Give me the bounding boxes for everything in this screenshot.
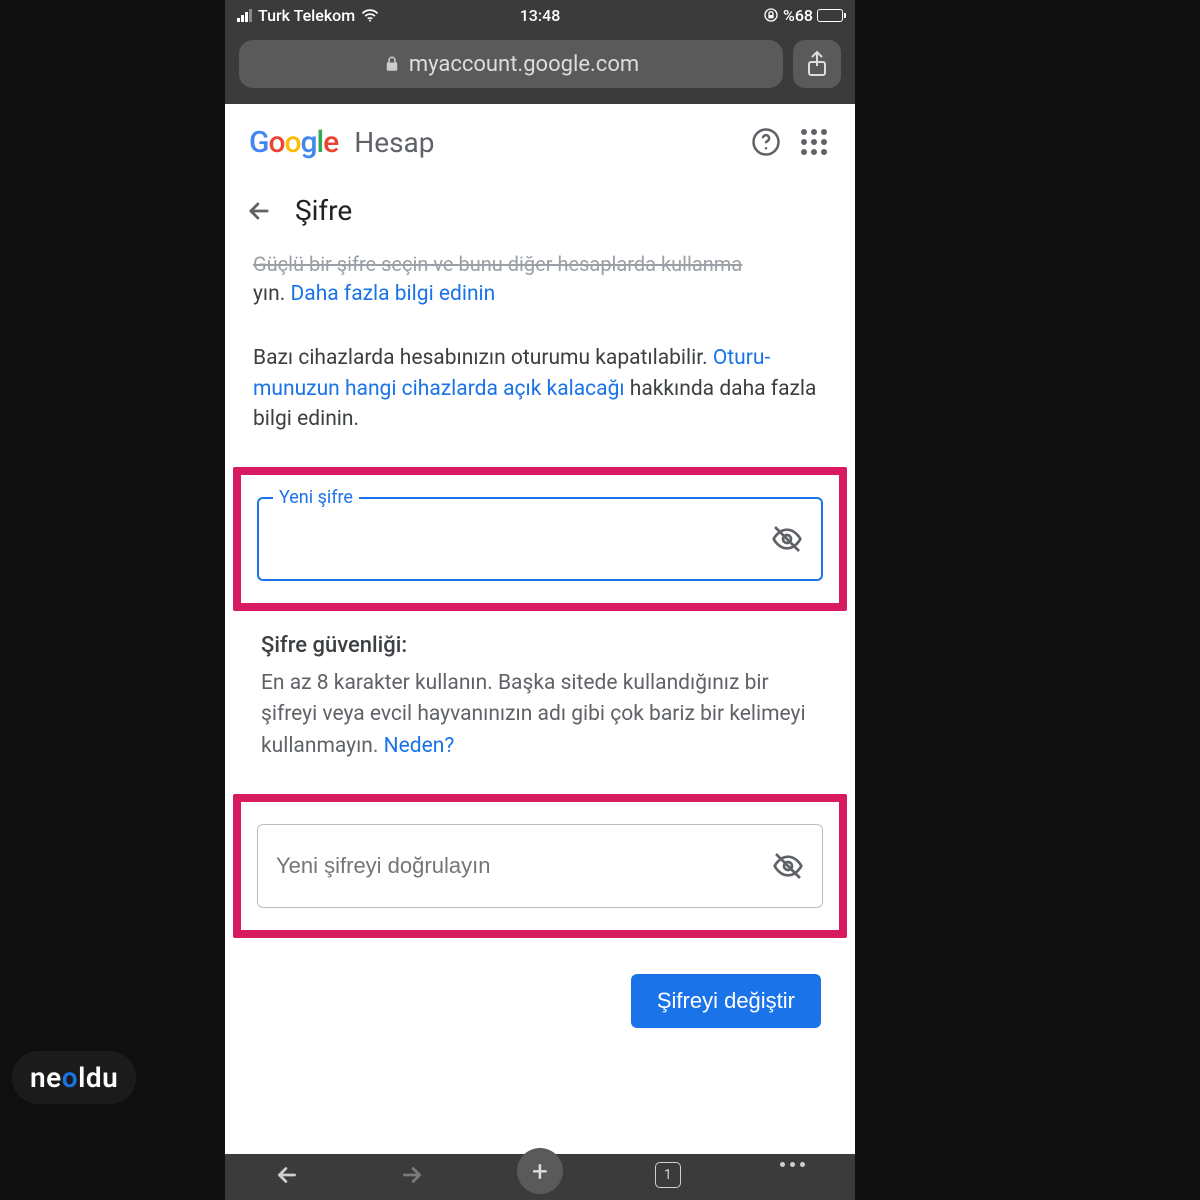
phone-frame: Turk Telekom 13:48 %68 myaccount.google.…: [225, 0, 855, 1200]
battery-pct: %68: [783, 6, 813, 25]
new-tab-button[interactable]: +: [517, 1148, 563, 1194]
submit-row: Şifreyi değiştir: [225, 938, 855, 1028]
carrier-label: Turk Telekom: [258, 6, 355, 25]
strength-body: En az 8 karakter kullanın. Başka sitede …: [261, 668, 819, 763]
sub-header: Şifre: [225, 180, 855, 242]
strength-title: Şifre güvenliği:: [261, 633, 819, 658]
browser-menu-button[interactable]: [773, 1162, 813, 1167]
change-password-button[interactable]: Şifreyi değiştir: [631, 974, 821, 1028]
page-title: Şifre: [295, 194, 352, 227]
toggle-visibility-icon[interactable]: [772, 850, 804, 882]
google-header: Google Hesap: [225, 104, 855, 180]
new-password-label: Yeni şifre: [273, 487, 359, 508]
toggle-visibility-icon[interactable]: [771, 523, 803, 555]
learn-more-link[interactable]: Daha fazla bilgi edinin: [290, 282, 495, 306]
browser-back-button[interactable]: [267, 1162, 307, 1188]
lock-icon: [383, 54, 401, 74]
intro-paragraph: yın. Daha fazla bilgi edinin: [253, 279, 827, 309]
url-text: myaccount.google.com: [409, 52, 639, 77]
strength-body-text: En az 8 karakter kullanın. Başka sitede …: [261, 671, 806, 758]
truncated-intro: Güçlü bir şifre seçin ve bunu diğer hesa…: [253, 250, 827, 279]
watermark-pre: ne: [30, 1061, 62, 1094]
new-password-input[interactable]: [277, 526, 771, 552]
signout-text-a: Bazı cihazlarda hesabınızın oturumu kapa…: [253, 346, 713, 370]
apps-icon[interactable]: [797, 125, 831, 159]
tabs-count: 1: [655, 1162, 681, 1188]
clock: 13:48: [439, 6, 641, 25]
watermark-post: ldu: [78, 1061, 118, 1094]
browser-forward-button[interactable]: [392, 1162, 432, 1188]
back-button[interactable]: [245, 197, 273, 225]
battery-icon: [817, 9, 843, 22]
content-area: Güçlü bir şifre seçin ve bunu diğer hesa…: [225, 242, 855, 435]
confirm-password-field[interactable]: [257, 824, 823, 908]
confirm-password-input[interactable]: [276, 853, 772, 879]
signout-paragraph: Bazı cihazlarda hesabınızın oturumu kapa…: [253, 343, 827, 434]
highlight-new-password: Yeni şifre: [233, 467, 847, 611]
product-name: Hesap: [354, 126, 434, 159]
wifi-icon: [361, 8, 379, 22]
new-password-field[interactable]: Yeni şifre: [257, 497, 823, 581]
watermark-badge: neoldu: [12, 1051, 136, 1104]
cellular-signal-icon: [237, 9, 252, 22]
google-logo: Google: [249, 125, 338, 160]
tabs-button[interactable]: 1: [648, 1162, 688, 1188]
highlight-confirm-password: [233, 794, 847, 938]
status-bar: Turk Telekom 13:48 %68: [225, 0, 855, 30]
intro-tail: yın.: [253, 282, 290, 306]
watermark-o: o: [62, 1061, 78, 1094]
help-icon[interactable]: [749, 125, 783, 159]
share-button[interactable]: [793, 40, 841, 88]
browser-top-bar: myaccount.google.com: [225, 30, 855, 104]
why-link[interactable]: Neden?: [384, 734, 455, 758]
orientation-lock-icon: [763, 7, 779, 23]
browser-bottom-bar: + 1: [225, 1154, 855, 1200]
password-strength-block: Şifre güvenliği: En az 8 karakter kullan…: [225, 611, 855, 763]
address-bar[interactable]: myaccount.google.com: [239, 40, 783, 88]
